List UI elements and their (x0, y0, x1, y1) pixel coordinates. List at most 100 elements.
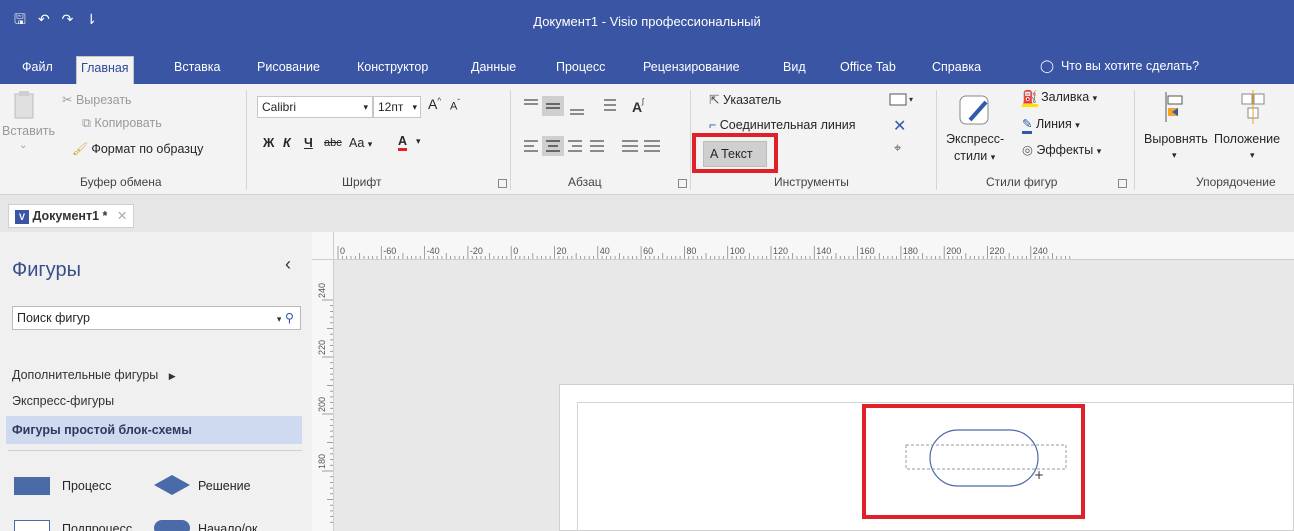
ruler-label: 180 (903, 246, 918, 256)
ruler-label: 100 (730, 246, 745, 256)
connection-point-icon[interactable]: ⌖ (894, 140, 901, 156)
tab-file[interactable]: Файл (18, 56, 57, 84)
pointer-icon: ⇱ (709, 93, 723, 107)
title-bar: 🖫 ↶ ↷ ⇂ Документ1 - Visio профессиональн… (0, 0, 1294, 50)
paste-button[interactable]: Вставить ⌄ (2, 90, 55, 160)
separator (690, 90, 691, 190)
chevron-down-icon: ▾ (363, 102, 368, 112)
close-tool-icon[interactable]: ✕ (893, 116, 906, 136)
tab-design[interactable]: Конструктор (353, 56, 432, 84)
ruler-label: -60 (383, 246, 396, 256)
cut-button[interactable]: ✂ Вырезать (62, 92, 132, 107)
quick-shapes-item[interactable]: Экспресс-фигуры (12, 394, 114, 408)
tools-group-label: Инструменты (774, 175, 849, 189)
pointer-tool-button[interactable]: ⇱ Указатель (709, 92, 781, 107)
format-painter-button[interactable]: 🖌 Формат по образцу (72, 142, 203, 157)
brush-icon: 🖌 (72, 142, 92, 156)
ruler-label: 80 (686, 246, 696, 256)
terminator-shape-icon (154, 520, 190, 531)
copy-button[interactable]: ⧉ Копировать (82, 116, 162, 131)
change-case-button[interactable]: Aa ▾ (349, 136, 372, 150)
tab-home[interactable]: Главная (76, 56, 134, 84)
close-tab-icon[interactable]: ✕ (117, 209, 127, 223)
italic-button[interactable]: К (283, 136, 291, 150)
paste-dropdown-icon: ⌄ (19, 140, 28, 151)
window-title: Документ1 - Visio профессиональный (533, 14, 761, 29)
terminator-shape[interactable]: + (334, 260, 1294, 531)
position-button[interactable]: Положение ▾ (1214, 90, 1294, 174)
connector-tool-button[interactable]: ⌐ Соединительная линия (709, 118, 856, 132)
tab-draw[interactable]: Рисование (253, 56, 324, 84)
shrink-font-button[interactable]: Aˇ (450, 98, 460, 113)
quick-styles-button[interactable]: Экспресс- стили ▾ (946, 90, 1010, 174)
tab-review[interactable]: Рецензирование (639, 56, 744, 84)
more-shapes-item[interactable]: Дополнительные фигуры ▶ (12, 368, 176, 382)
tell-me-box[interactable]: ◯ Что вы хотите сделать? (1040, 58, 1199, 73)
line-button[interactable]: ✎ Линия ▾ (1022, 116, 1080, 134)
separator (936, 90, 937, 190)
basic-flowchart-item[interactable]: Фигуры простой блок-схемы (6, 416, 302, 444)
svg-text:▾: ▾ (909, 95, 913, 104)
connector-icon: ⌐ (709, 118, 720, 132)
stencil-process-label: Процесс (62, 479, 112, 493)
process-shape-icon (14, 477, 50, 495)
tab-office-tab[interactable]: Office Tab (836, 56, 900, 84)
quick-styles-icon (959, 95, 989, 125)
shape-styles-dialog-launcher-icon[interactable] (1118, 179, 1127, 188)
effects-button[interactable]: ◎ Эффекты ▾ (1022, 142, 1101, 157)
document-tab-strip: V Документ1 * ✕ (0, 196, 1294, 232)
subprocess-shape-icon (14, 520, 50, 531)
paragraph-dialog-launcher-icon[interactable] (678, 179, 687, 188)
font-name-dropdown[interactable]: Calibri ▾ (257, 96, 373, 118)
underline-button[interactable]: Ч (304, 136, 313, 150)
font-color-button[interactable]: A (398, 134, 408, 151)
ruler-label: 160 (860, 246, 875, 256)
vertical-ruler-ticks: 240 220 200 180 (317, 283, 333, 523)
tab-process[interactable]: Процесс (552, 56, 609, 84)
chevron-down-icon: ▾ (367, 139, 373, 149)
paragraph-align-top-icons: Aʃ (520, 94, 670, 118)
ruler-label: 220 (317, 340, 327, 355)
font-dialog-launcher-icon[interactable] (498, 179, 507, 188)
quick-styles-label-1: Экспресс- (946, 132, 1005, 146)
collapse-panel-icon[interactable]: ‹ (285, 254, 291, 275)
tab-help[interactable]: Справка (928, 56, 985, 84)
align-icon (1165, 92, 1183, 122)
ruler-label: 40 (600, 246, 610, 256)
paragraph-group-label: Абзац (568, 175, 602, 189)
document-tab-label: Документ1 * (32, 209, 108, 223)
stencil-process[interactable]: Процесс (12, 475, 142, 497)
chevron-down-icon[interactable]: ▾ (416, 136, 421, 147)
separator (510, 90, 511, 190)
stencil-decision[interactable]: Решение (152, 473, 272, 499)
fill-button[interactable]: ⛽ Заливка ▾ (1022, 90, 1097, 107)
horizontal-ruler: 0 -60 -40 -20 0 20 40 60 80 100 120 140 160 180 200 220… (312, 232, 1294, 260)
grow-font-button[interactable]: A^ (428, 96, 441, 112)
font-size-dropdown[interactable]: 12пт ▾ (373, 96, 421, 118)
tab-view[interactable]: Вид (779, 56, 810, 84)
paint-bucket-icon: ⛽ (1022, 90, 1038, 107)
bold-button[interactable]: Ж (263, 136, 274, 150)
ruler-label: 240 (1033, 246, 1048, 256)
search-shapes-input[interactable]: Поиск фигур ▾ ⚲ (12, 306, 301, 330)
tab-insert[interactable]: Вставка (170, 56, 224, 84)
align-button[interactable]: Выровнять ▾ (1142, 90, 1214, 174)
shape-styles-group-label: Стили фигур (986, 175, 1058, 189)
rectangle-tool-icon[interactable]: ▾ (888, 92, 918, 108)
search-icon[interactable]: ▾ ⚲ (277, 307, 294, 330)
strikethrough-button[interactable]: abc (324, 137, 342, 149)
document-tab[interactable]: V Документ1 * ✕ (8, 204, 135, 228)
stencil-start-end[interactable]: Начало/ок... (152, 518, 282, 531)
search-shapes-placeholder: Поиск фигур (17, 311, 90, 325)
ruler-label: 20 (557, 246, 567, 256)
chevron-down-icon: ▾ (412, 102, 417, 112)
separator (1134, 90, 1135, 190)
position-label: Положение (1214, 132, 1281, 146)
svg-text:ʃ: ʃ (641, 97, 645, 106)
tab-data[interactable]: Данные (467, 56, 520, 84)
drawing-canvas[interactable]: + (334, 260, 1294, 531)
ruler-label: -40 (427, 246, 440, 256)
chevron-right-icon: ▶ (168, 371, 176, 381)
ruler-label: 200 (946, 246, 961, 256)
stencil-subprocess[interactable]: Подпроцесс (12, 518, 142, 531)
